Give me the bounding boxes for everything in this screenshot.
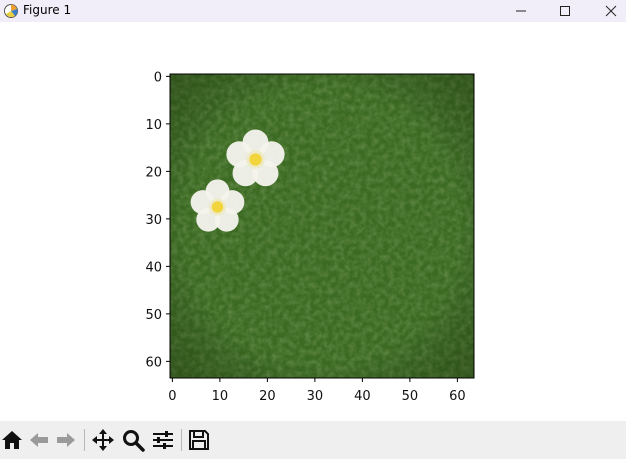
y-tick-label: 30: [145, 213, 162, 228]
save-button[interactable]: [187, 428, 211, 452]
minimize-button[interactable]: [498, 0, 544, 22]
x-axis: 0 10 20 30 40 50 60: [168, 378, 466, 404]
x-tick-label: 50: [402, 389, 419, 404]
pan-button[interactable]: [91, 428, 115, 452]
window-title: Figure 1: [23, 3, 72, 17]
y-tick-label: 40: [145, 260, 162, 275]
pan-icon: [92, 429, 114, 451]
y-tick-label: 60: [145, 355, 162, 370]
zoom-button[interactable]: [121, 428, 145, 452]
minimize-icon: [516, 10, 526, 12]
x-tick-label: 0: [168, 389, 176, 404]
configure-subplots-button[interactable]: [151, 428, 175, 452]
x-tick-label: 30: [307, 389, 324, 404]
maximize-button[interactable]: [542, 0, 588, 22]
navigation-toolbar: [0, 421, 626, 459]
toolbar-separator: [181, 429, 182, 451]
y-tick-label: 10: [145, 118, 162, 133]
flower-center: [249, 153, 262, 166]
title-bar: Figure 1: [0, 0, 626, 22]
forward-icon: [57, 433, 75, 447]
save-icon: [189, 430, 209, 450]
zoom-icon: [123, 430, 145, 452]
flower-center: [211, 201, 224, 213]
home-icon: [2, 431, 22, 449]
y-tick-label: 50: [145, 308, 162, 323]
matplotlib-icon: [4, 4, 18, 18]
y-axis: 0 10 20 30 40 50 60: [145, 70, 170, 370]
back-icon: [30, 433, 48, 447]
maximize-icon: [560, 6, 570, 16]
configure-subplots-icon: [153, 431, 173, 449]
home-button[interactable]: [0, 428, 24, 452]
close-icon: [605, 5, 617, 17]
x-tick-label: 60: [449, 389, 466, 404]
y-tick-label: 20: [145, 165, 162, 180]
x-tick-label: 20: [259, 389, 276, 404]
x-tick-label: 10: [212, 389, 229, 404]
figure-canvas[interactable]: 0 10 20 30 40 50 60 0 10 20 30 40 50 60: [0, 22, 626, 421]
x-tick-label: 40: [354, 389, 371, 404]
forward-button[interactable]: [54, 428, 78, 452]
image-axes: 0 10 20 30 40 50 60 0 10 20 30 40 50 60: [145, 70, 475, 404]
back-button[interactable]: [27, 428, 51, 452]
close-button[interactable]: [588, 0, 626, 22]
toolbar-separator: [84, 429, 85, 451]
y-tick-label: 0: [154, 70, 162, 85]
